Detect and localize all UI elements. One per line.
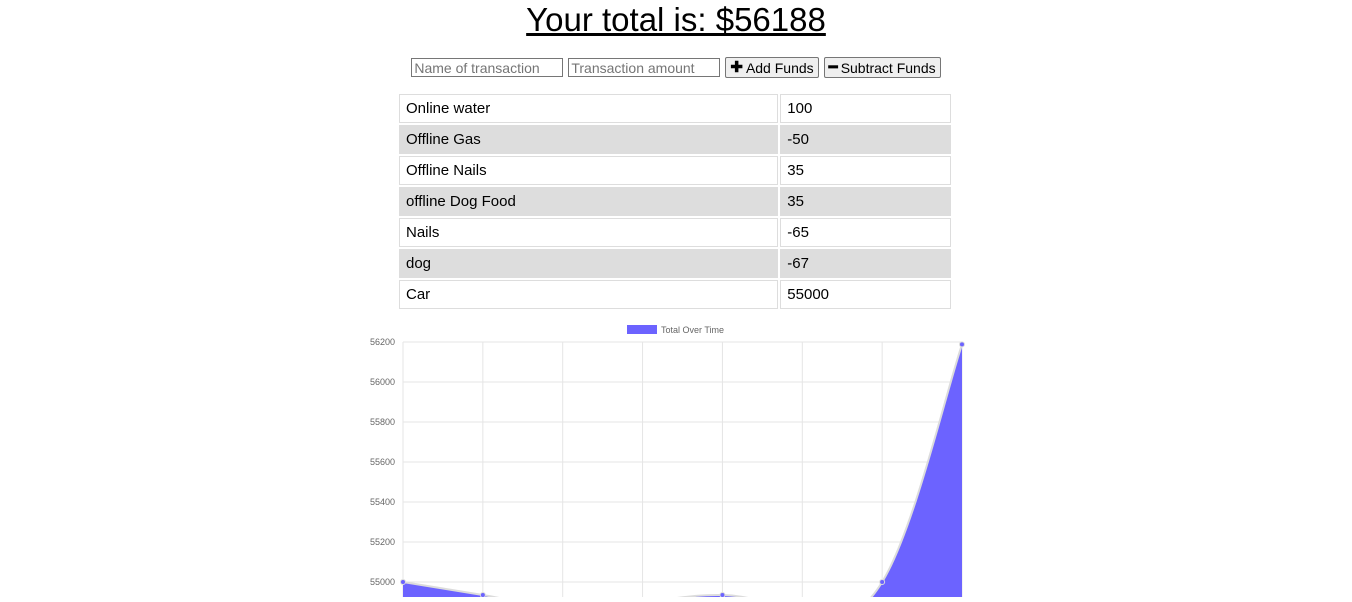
- transaction-name-cell: Offline Nails: [399, 156, 779, 185]
- table-row: offline Dog Food 35: [399, 187, 951, 216]
- chart-canvas: 55000 55200 55400 55600 55800 56000 56200 Tota…: [370, 325, 965, 602]
- transaction-form: ✚ Add Funds ━ Subtract Funds: [0, 57, 1352, 78]
- y-tick-label: 55200: [370, 537, 395, 547]
- minus-icon: ━: [828, 59, 838, 76]
- transaction-name-cell: Nails: [399, 218, 779, 247]
- y-axis-ticks: 55000 55200 55400 55600 55800 56000 56200: [370, 337, 395, 587]
- data-point: [959, 341, 965, 348]
- y-tick-label: 56000: [370, 377, 395, 387]
- plus-icon: ✚: [730, 59, 743, 76]
- transactions-table: Online water 100 Offline Gas -50 Offline…: [397, 94, 953, 311]
- transaction-amount-input[interactable]: [568, 58, 721, 77]
- transaction-name-input[interactable]: [411, 58, 564, 77]
- legend-label: Total Over Time: [661, 325, 724, 335]
- subtract-funds-button[interactable]: ━ Subtract Funds: [823, 57, 941, 78]
- chart-grid: [402, 341, 963, 602]
- transactions-table-container[interactable]: Online water 100 Offline Gas -50 Offline…: [397, 94, 953, 319]
- table-row: Offline Nails 35: [399, 156, 951, 185]
- transaction-value-cell: 55000: [780, 280, 951, 309]
- y-tick-label: 55400: [370, 497, 395, 507]
- y-tick-label: 55600: [370, 457, 395, 467]
- table-row: dog -67: [399, 249, 951, 278]
- y-tick-label: 55800: [370, 417, 395, 427]
- chart-legend: Total Over Time: [627, 325, 724, 335]
- table-row: Nails -65: [399, 218, 951, 247]
- transaction-name-cell: Car: [399, 280, 779, 309]
- transaction-value-cell: 100: [780, 94, 951, 123]
- page-title: Your total is: $56188: [526, 1, 826, 38]
- data-point: [479, 592, 486, 598]
- data-point: [719, 592, 726, 598]
- transaction-name-cell: Online water: [399, 94, 779, 123]
- add-funds-label: Add Funds: [745, 59, 814, 76]
- transaction-value-cell: -67: [780, 249, 951, 278]
- series-points: [400, 341, 965, 602]
- transaction-name-cell: dog: [399, 249, 779, 278]
- transaction-value-cell: -65: [780, 218, 951, 247]
- legend-swatch: [627, 325, 657, 334]
- transaction-value-cell: 35: [780, 187, 951, 216]
- table-row: Offline Gas -50: [399, 125, 951, 154]
- data-point: [400, 579, 406, 585]
- y-tick-label: 56200: [370, 337, 395, 347]
- transaction-value-cell: -50: [780, 125, 951, 154]
- transaction-value-cell: 35: [780, 156, 951, 185]
- subtract-funds-label: Subtract Funds: [840, 59, 936, 76]
- y-tick-label: 55000: [370, 577, 395, 587]
- add-funds-button[interactable]: ✚ Add Funds: [725, 57, 819, 78]
- data-point: [879, 579, 886, 585]
- table-row: Car 55000: [399, 280, 951, 309]
- transaction-name-cell: offline Dog Food: [399, 187, 779, 216]
- table-row: Online water 100: [399, 94, 951, 123]
- total-over-time-chart: 55000 55200 55400 55600 55800 56000 56200 Tota…: [345, 318, 1005, 602]
- transaction-name-cell: Offline Gas: [399, 125, 779, 154]
